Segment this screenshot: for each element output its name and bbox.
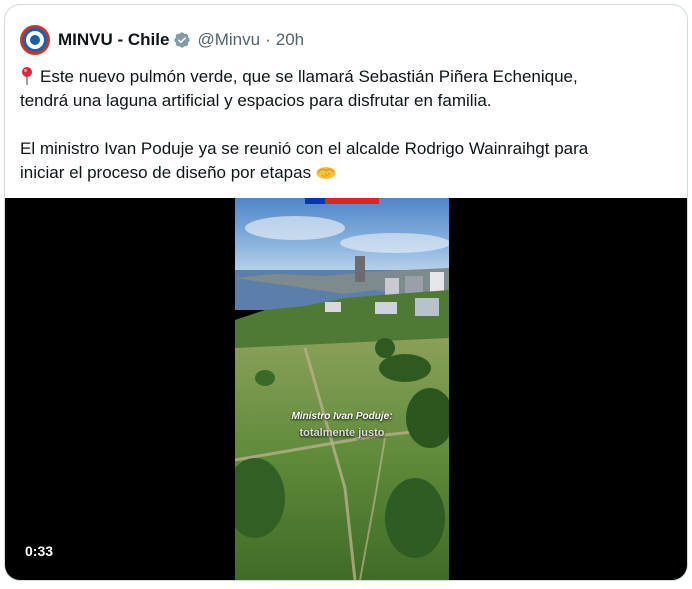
video-frame[interactable]: Ministro Ivan Poduje: totalmente justo [235,198,449,580]
tweet-text-line-2: tendrá una laguna artificial y espacios … [20,91,492,110]
author-name[interactable]: MINVU - Chile [58,30,169,50]
video-duration: 0:33 [19,540,60,562]
verified-badge-icon [174,32,191,48]
tweet-body: Este nuevo pulmón verde, que se llamará … [20,65,670,185]
video-subtitle-speaker: Ministro Ivan Poduje: [291,411,393,422]
tweet-card[interactable]: MINVU - Chile @Minvu · 20h Este nuevo pu… [4,4,688,581]
tweet-text-line-1: Este nuevo pulmón verde, que se llamará … [40,67,578,86]
tweet-line: Este nuevo pulmón verde, que se llamará … [20,65,670,89]
tweet-line: iniciar el proceso de diseño por etapas [20,161,670,185]
tweet-text-line-3: El ministro Ivan Poduje ya se reunió con… [20,139,589,158]
aerial-park-image [235,198,449,580]
video-subtitle-text: totalmente justo [299,427,385,439]
tweet-text-line-4: iniciar el proceso de diseño por etapas [20,163,312,182]
avatar[interactable] [20,25,50,55]
round-pushpin-icon [22,67,32,85]
tweet-timestamp[interactable]: 20h [276,30,304,50]
author-handle[interactable]: @Minvu [197,30,260,50]
video-player[interactable]: Ministro Ivan Poduje: totalmente justo 0… [5,198,687,580]
handshake-icon [316,167,336,179]
tweet-header: MINVU - Chile @Minvu · 20h [20,25,304,55]
separator-dot: · [265,30,271,49]
